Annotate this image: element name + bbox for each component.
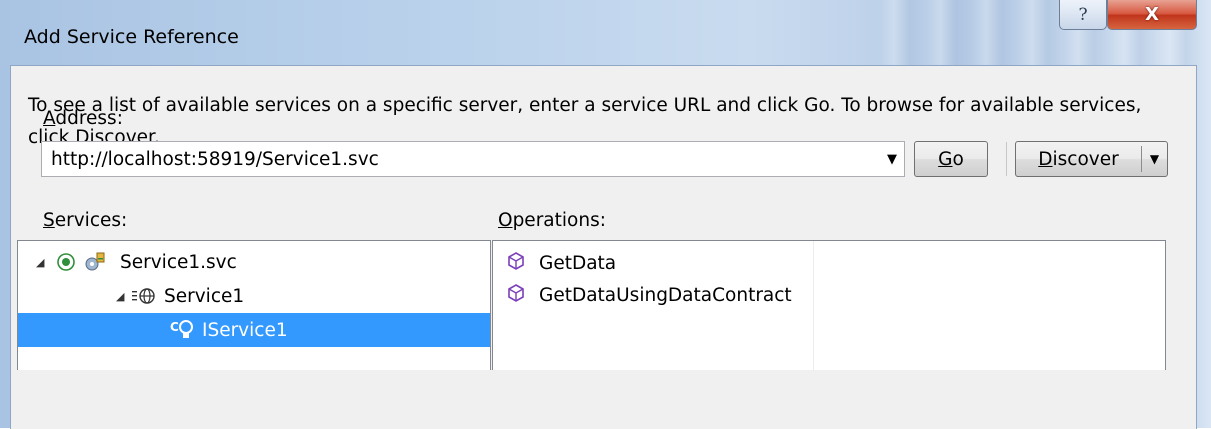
discover-split-button[interactable]: Discover ▼ (1015, 141, 1168, 177)
contract-interface-icon: C (168, 317, 198, 343)
close-icon: X (1145, 4, 1159, 25)
go-button[interactable]: Go (914, 141, 988, 177)
expand-triangle-icon[interactable]: ◢ (116, 290, 130, 303)
tree-item-interface-selected[interactable]: C IService1 (18, 313, 490, 347)
service-file-icon (82, 251, 108, 273)
tree-item-service-file[interactable]: ◢ Service1.svc (36, 245, 237, 279)
window-frame: Add Service Reference ? X To see a list … (0, 0, 1211, 429)
operation-item-getdatausingdatacontract[interactable]: GetDataUsingDataContract (507, 279, 792, 311)
address-label: Address: (43, 108, 123, 129)
tree-item-label: Service1.svc (120, 251, 237, 273)
operation-cube-icon (507, 284, 529, 306)
operation-cube-icon (507, 252, 529, 274)
operation-label: GetDataUsingDataContract (539, 284, 792, 306)
operations-list[interactable]: GetData GetDataUsingDataContract (492, 240, 1166, 371)
address-input[interactable]: http://localhost:58919/Service1.svc (42, 149, 880, 170)
tree-item-service[interactable]: ◢ Service1 (116, 279, 244, 313)
service-globe-icon (130, 286, 158, 306)
services-label: Services: (43, 210, 128, 231)
expand-triangle-icon[interactable]: ◢ (36, 256, 50, 269)
discover-button[interactable]: Discover (1016, 149, 1141, 170)
chevron-down-icon[interactable]: ▼ (880, 152, 904, 167)
operation-label: GetData (539, 252, 617, 274)
operation-item-getdata[interactable]: GetData (507, 247, 616, 279)
toolbar-separator (1006, 142, 1007, 176)
help-icon: ? (1078, 4, 1088, 25)
services-tree[interactable]: ◢ Service1.svc ◢ Service1 C IService1 (17, 240, 491, 370)
window-title: Add Service Reference (24, 26, 239, 48)
close-button[interactable]: X (1107, 0, 1197, 30)
running-indicator-icon (54, 252, 78, 272)
tree-item-label: IService1 (202, 319, 288, 341)
discover-dropdown-icon[interactable]: ▼ (1142, 152, 1167, 166)
tree-item-label: Service1 (164, 285, 245, 307)
address-combobox[interactable]: http://localhost:58919/Service1.svc ▼ (41, 141, 905, 177)
column-divider (813, 241, 814, 371)
svg-text:C: C (170, 320, 179, 334)
help-button[interactable]: ? (1059, 0, 1107, 30)
operations-label: Operations: (498, 210, 606, 231)
